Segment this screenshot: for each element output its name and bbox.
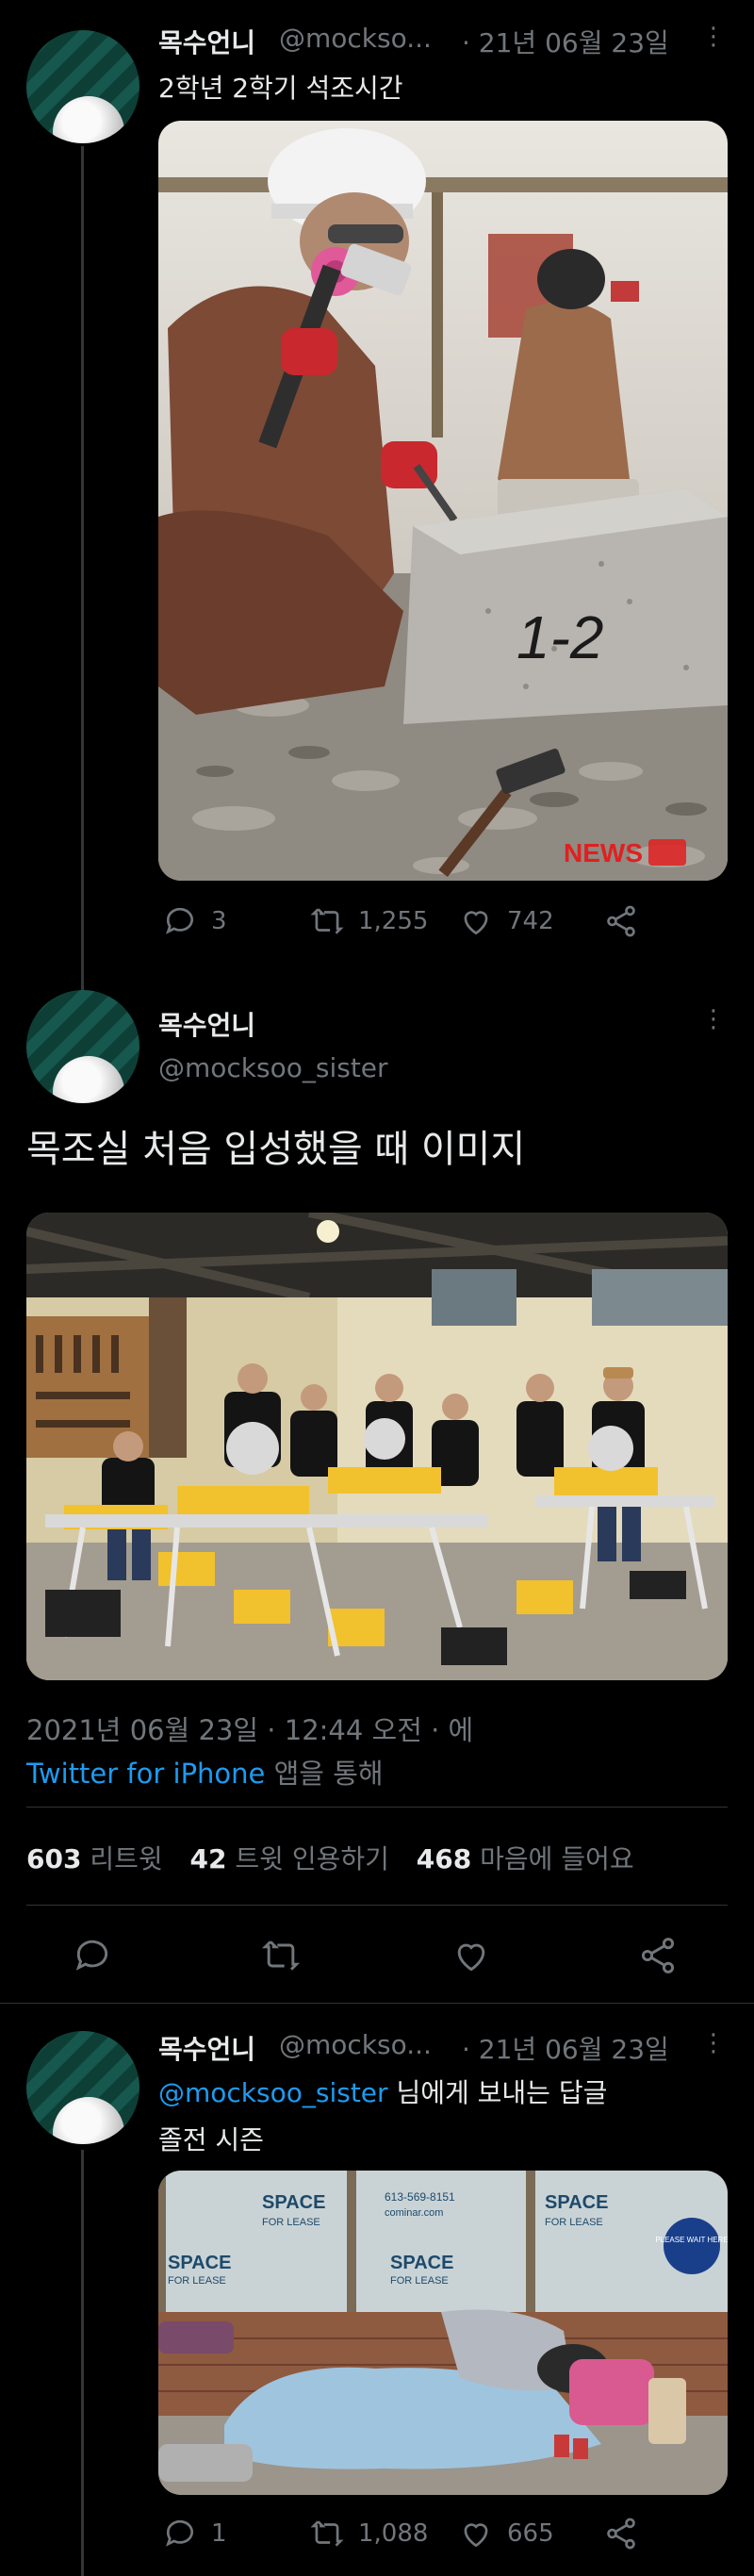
- sign-for-lease: FOR LEASE: [390, 2275, 449, 2287]
- likes-stat-count: 468: [416, 1843, 472, 1874]
- author-name[interactable]: 목수언니: [158, 23, 255, 60]
- quotes-stat-count: 42: [189, 1843, 227, 1874]
- share-icon: [607, 2518, 635, 2550]
- sign-space: SPACE: [390, 2253, 453, 2273]
- tweet-date[interactable]: · 21년 06월 23일: [462, 2029, 669, 2067]
- sign-phone: 613-569-8151: [385, 2190, 455, 2204]
- reply-icon: [75, 1940, 108, 1971]
- divider: [26, 1905, 728, 1906]
- tweet-text: 목조실 처음 입성했을 때 이미지: [26, 1128, 526, 1171]
- sign-space: SPACE: [545, 2192, 608, 2213]
- retweet-button[interactable]: 1,088: [309, 2516, 428, 2551]
- photo-watermark: NEWS: [564, 838, 643, 867]
- reply-context: @mocksoo_sister 님에게 보내는 답글: [158, 2072, 607, 2110]
- share-button[interactable]: [603, 2516, 639, 2551]
- likes-stat-label: 마음에 들어요: [480, 1843, 634, 1874]
- tweet-stats: 603 리트윗 42 트윗 인용하기 468 마음에 들어요: [26, 1839, 634, 1876]
- source-suffix: 앱을 통해: [273, 1758, 384, 1790]
- share-button[interactable]: [637, 1935, 679, 1976]
- tweet-photo-sleeping[interactable]: SPACE FOR LEASE 613-569-8151 cominar.com…: [158, 2171, 728, 2495]
- retweet-button[interactable]: [260, 1935, 302, 1976]
- avatar[interactable]: [26, 30, 139, 143]
- share-icon: [641, 1938, 675, 1973]
- sign-for-lease: FOR LEASE: [545, 2217, 603, 2228]
- sign-badge: PLEASE WAIT HERE: [655, 2236, 728, 2244]
- thread-line: [81, 146, 84, 999]
- author-name[interactable]: 목수언니: [158, 1005, 255, 1043]
- reply-icon: [166, 907, 193, 934]
- retweet-icon: [310, 908, 344, 934]
- reply-count: 1: [211, 2519, 227, 2548]
- heart-icon: [464, 911, 488, 935]
- sign-space: SPACE: [262, 2192, 325, 2213]
- author-name[interactable]: 목수언니: [158, 2029, 255, 2067]
- like-count: 742: [507, 907, 554, 935]
- reply-button[interactable]: [72, 1935, 113, 1976]
- author-handle[interactable]: @mockso...: [279, 23, 432, 54]
- retweets-stat[interactable]: 603 리트윗: [26, 1843, 172, 1874]
- like-count: 665: [507, 2519, 554, 2548]
- sign-site: cominar.com: [385, 2207, 443, 2219]
- tweet-timestamp[interactable]: 2021년 06월 23일 · 12:44 오전 · 에: [26, 1709, 473, 1748]
- reply-count: 3: [211, 907, 227, 935]
- reply-button[interactable]: 3: [162, 903, 227, 939]
- reply-to-handle-link[interactable]: @mocksoo_sister: [158, 2077, 388, 2108]
- retweets-stat-count: 603: [26, 1843, 82, 1874]
- retweet-button[interactable]: 1,255: [309, 903, 428, 939]
- tweet-date[interactable]: · 21년 06월 23일: [462, 23, 669, 60]
- sign-for-lease: FOR LEASE: [262, 2217, 320, 2228]
- quotes-stat-label: 트윗 인용하기: [235, 1843, 389, 1874]
- retweet-icon: [310, 2520, 344, 2547]
- retweets-stat-label: 리트윗: [90, 1843, 163, 1874]
- reply-to-suffix: 님에게 보내는 답글: [396, 2077, 608, 2108]
- tweet-text: 2학년 2학기 석조시간: [158, 73, 403, 104]
- share-button[interactable]: [603, 903, 639, 939]
- sign-space: SPACE: [168, 2253, 231, 2273]
- retweet-icon: [261, 1940, 301, 1971]
- retweet-count: 1,088: [358, 2519, 429, 2548]
- retweet-count: 1,255: [358, 907, 429, 935]
- avatar[interactable]: [26, 2031, 139, 2144]
- thread-line: [81, 2150, 84, 2576]
- divider: [26, 1807, 728, 1808]
- more-options-icon[interactable]: ⋮: [701, 2029, 726, 2057]
- reply-button[interactable]: 1: [162, 2516, 227, 2551]
- share-icon: [607, 905, 635, 937]
- tweet-photo-stonework[interactable]: 1-2 NEWS: [158, 121, 728, 881]
- tweet-photo-woodshop[interactable]: [26, 1213, 728, 1680]
- likes-stat[interactable]: 468 마음에 들어요: [417, 1843, 634, 1874]
- like-button[interactable]: 742: [458, 903, 554, 939]
- author-handle[interactable]: @mockso...: [279, 2029, 432, 2060]
- stone-marking: 1-2: [516, 603, 604, 671]
- heart-icon: [457, 1943, 485, 1972]
- tweet-text: 졸전 시즌: [158, 2124, 264, 2155]
- more-options-icon[interactable]: ⋮: [701, 1005, 726, 1033]
- tweet-source: Twitter for iPhone 앱을 통해: [26, 1752, 384, 1792]
- reply-icon: [166, 2519, 193, 2547]
- avatar[interactable]: [26, 990, 139, 1103]
- quotes-stat[interactable]: 42 트윗 인용하기: [190, 1843, 398, 1874]
- divider: [0, 2003, 754, 2004]
- heart-icon: [464, 2523, 488, 2548]
- source-app-link[interactable]: Twitter for iPhone: [26, 1758, 265, 1790]
- like-button[interactable]: [451, 1935, 492, 1976]
- sign-for-lease: FOR LEASE: [168, 2275, 226, 2287]
- author-handle[interactable]: @mocksoo_sister: [158, 1052, 388, 1083]
- more-options-icon[interactable]: ⋮: [701, 23, 726, 51]
- like-button[interactable]: 665: [458, 2516, 554, 2551]
